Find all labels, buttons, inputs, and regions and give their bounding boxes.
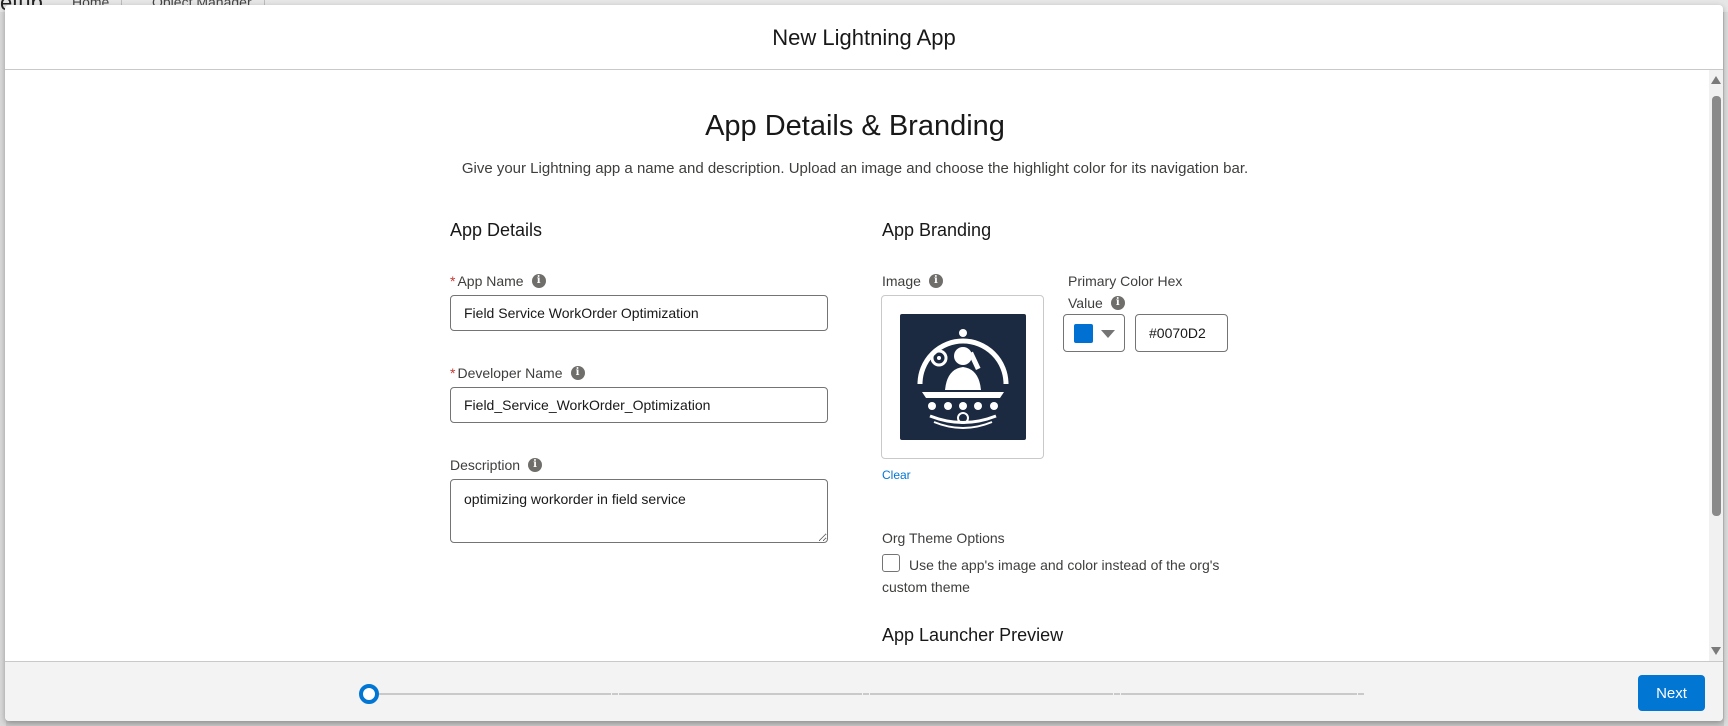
required-marker: * (450, 365, 456, 381)
next-button[interactable]: Next (1638, 675, 1705, 711)
color-swatch (1074, 324, 1093, 343)
progress-step-2 (611, 691, 619, 697)
developer-name-label: * Developer Name i (450, 365, 585, 381)
progress-step-4 (1113, 691, 1121, 697)
developer-name-input[interactable] (450, 387, 828, 423)
description-label-text: Description (450, 457, 521, 473)
modal-footer: Next (5, 661, 1723, 721)
org-theme-options-title-text: Org Theme Options (882, 530, 1005, 546)
app-launcher-preview-title: App Launcher Preview (882, 625, 1064, 645)
app-name-label-text: App Name (457, 273, 524, 289)
field-service-technician-logo (900, 314, 1026, 440)
primary-color-hex-input[interactable] (1135, 314, 1228, 352)
info-icon[interactable]: i (528, 458, 543, 472)
primary-color-label-line1: Primary Color Hex (1068, 273, 1183, 289)
developer-name-label-text: Developer Name (457, 365, 563, 381)
primary-color-label-line2: Value (1068, 295, 1103, 311)
modal-scrollbar[interactable] (1709, 70, 1723, 661)
org-theme-checkbox-label: Use the app's image and color instead of… (882, 557, 1220, 595)
info-icon[interactable]: i (531, 274, 546, 288)
scroll-up-arrow-icon[interactable] (1711, 76, 1721, 84)
primary-color-label-second-line: Value i (1068, 295, 1125, 311)
image-label: Image i (882, 273, 943, 289)
progress-step-5 (1357, 691, 1365, 697)
app-name-label: * App Name i (450, 273, 546, 289)
progress-step-3 (862, 691, 870, 697)
info-icon[interactable]: i (928, 274, 943, 288)
page-subheading: Give your Lightning app a name and descr… (461, 160, 1249, 177)
description-label: Description i (450, 457, 543, 473)
image-label-text: Image (882, 273, 921, 289)
modal-title: New Lightning App (772, 25, 956, 50)
new-lightning-app-modal: New Lightning App App Details & Branding… (5, 5, 1723, 721)
info-icon[interactable]: i (570, 366, 585, 380)
description-textarea[interactable]: optimizing workorder in field service (450, 479, 828, 543)
page-heading: App Details & Branding (705, 110, 1005, 142)
required-marker: * (450, 273, 456, 289)
org-theme-options-title: Org Theme Options (882, 530, 1005, 546)
app-branding-title: App Branding (882, 220, 992, 240)
scrollbar-thumb[interactable] (1712, 96, 1721, 516)
info-icon[interactable]: i (1110, 296, 1125, 310)
modal-header: New Lightning App (5, 5, 1723, 70)
scroll-down-arrow-icon[interactable] (1711, 647, 1721, 655)
app-details-title: App Details (450, 220, 543, 240)
modal-body: App Details & Branding Give your Lightni… (5, 70, 1723, 661)
app-image-uploader[interactable] (881, 295, 1044, 459)
color-swatch-dropdown[interactable] (1063, 314, 1125, 352)
primary-color-label: Primary Color Hex (1068, 273, 1182, 289)
chevron-down-icon (1101, 330, 1115, 338)
progress-step-current (359, 684, 379, 704)
clear-image-link[interactable]: Clear (882, 468, 911, 482)
app-name-input[interactable] (450, 295, 828, 331)
background-right-edge (1724, 12, 1728, 726)
